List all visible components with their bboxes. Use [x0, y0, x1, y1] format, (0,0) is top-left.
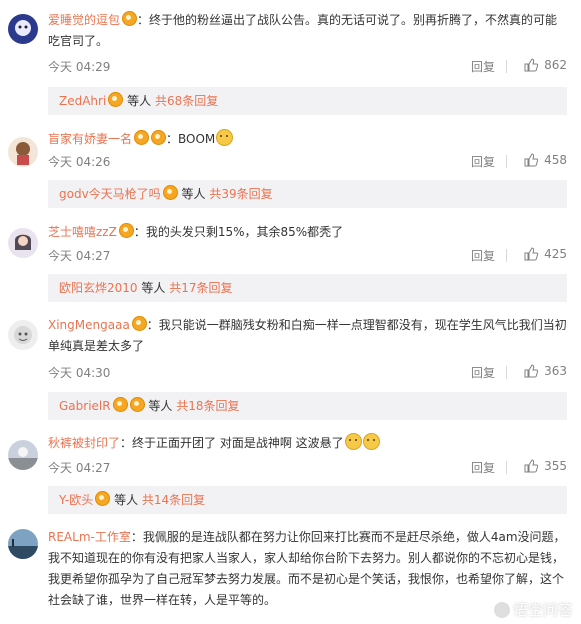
- sub-reply-total[interactable]: 共17条回复: [169, 281, 232, 295]
- sub-reply-mid: 等人: [144, 399, 177, 413]
- sub-reply-mid: 等人: [177, 187, 210, 201]
- avatar[interactable]: [8, 529, 38, 559]
- comment-author[interactable]: 芝士嘻嘻zzZ: [48, 225, 117, 239]
- comment-body: 秋裤被封印了：终于正面开团了 对面是战神啊 这波悬了: [48, 433, 567, 454]
- reply-button[interactable]: 回复: [471, 153, 495, 170]
- avatar[interactable]: [8, 228, 38, 258]
- sub-replies-bar[interactable]: ZedAhri 等人 共68条回复: [48, 87, 567, 115]
- like-count: 363: [544, 364, 567, 378]
- like-button[interactable]: 363: [523, 364, 567, 378]
- comment-author[interactable]: 盲家有娇妻一名: [48, 132, 132, 146]
- avatar[interactable]: [8, 14, 38, 44]
- avatar[interactable]: [8, 440, 38, 470]
- sub-reply-total[interactable]: 共68条回复: [155, 94, 218, 108]
- comment-body: 盲家有娇妻一名 ：BOOM: [48, 129, 567, 150]
- level-badge-icon: [118, 223, 134, 238]
- divider: [506, 155, 507, 168]
- avatar[interactable]: [8, 320, 38, 350]
- sub-reply-mid: 等人: [110, 493, 142, 507]
- divider: [506, 249, 507, 262]
- wukong-logo-icon: [493, 602, 510, 618]
- sub-replies-bar[interactable]: 欧阳玄烨2010 等人 共17条回复: [48, 274, 567, 302]
- sub-reply-total[interactable]: 共14条回复: [142, 493, 205, 507]
- sub-reply-total[interactable]: 共39条回复: [209, 187, 272, 201]
- watermark-text: 悟空问答: [512, 601, 573, 619]
- doge-emoji-icon: [344, 433, 362, 450]
- level-badge-icon: [95, 491, 111, 506]
- thumbs-up-icon: [524, 247, 539, 261]
- sub-reply-author[interactable]: 欧阳玄烨2010: [59, 281, 138, 295]
- comment-time: 今天 04:26: [48, 155, 111, 169]
- thumbs-up-icon: [524, 459, 539, 473]
- watermark: 悟空问答: [493, 599, 573, 620]
- like-count: 458: [544, 153, 567, 167]
- sub-reply-total[interactable]: 共18条回复: [176, 399, 239, 413]
- sub-reply-author[interactable]: GabrielR: [59, 399, 111, 413]
- reply-button[interactable]: 回复: [471, 247, 495, 264]
- like-button[interactable]: 862: [523, 58, 567, 72]
- divider: [506, 461, 507, 474]
- comment-author[interactable]: XingMengaaa: [48, 318, 130, 332]
- comment-text: ：终于正面开团了 对面是战神啊 这波悬了: [120, 436, 344, 450]
- comment-body: XingMengaaa ：我只能说一群脑残女粉和白痴一样一点理智都没有，现在学生风…: [48, 315, 567, 357]
- like-button[interactable]: 425: [523, 247, 567, 261]
- comment-body: REALm-工作室：我佩服的是连战队都在努力让你回来打比赛而不是赶尽杀绝，做人4…: [48, 527, 567, 611]
- reply-button[interactable]: 回复: [471, 459, 495, 476]
- comment-meta: 今天 04:26 回复 458: [48, 153, 567, 171]
- comment-meta: 今天 04:27 回复 425: [48, 247, 567, 265]
- sub-replies-bar[interactable]: Y-欧头 等人 共14条回复: [48, 486, 567, 514]
- comment-author[interactable]: 爱睡觉的逗包: [48, 13, 120, 27]
- comment-time: 今天 04:27: [48, 249, 111, 263]
- like-button[interactable]: 355: [523, 459, 567, 473]
- sub-reply-author[interactable]: ZedAhri: [59, 94, 106, 108]
- thumbs-up-icon: [524, 364, 539, 378]
- sub-reply-author[interactable]: godv今天马枪了吗: [59, 187, 161, 201]
- thumbs-up-icon: [524, 58, 539, 72]
- reply-button[interactable]: 回复: [471, 364, 495, 381]
- sub-reply-mid: 等人: [123, 94, 155, 108]
- level-badge-icon: [134, 130, 150, 145]
- comment-meta: 今天 04:29 回复 862: [48, 58, 567, 76]
- comment-time: 今天 04:27: [48, 461, 111, 475]
- level-badge-icon: [131, 316, 147, 331]
- sub-reply-author[interactable]: Y-欧头: [59, 493, 93, 507]
- comment-time: 今天 04:30: [48, 366, 111, 380]
- level-badge-icon: [112, 397, 128, 412]
- divider: [506, 60, 507, 73]
- comment-time: 今天 04:29: [48, 60, 111, 74]
- comment-body: 爱睡觉的逗包 ：终于他的粉丝逼出了战队公告。真的无话可说了。别再折腾了，不然真的可…: [48, 10, 567, 52]
- level-badge-icon: [162, 185, 178, 200]
- thumbs-up-icon: [524, 153, 539, 167]
- level-badge-icon: [108, 92, 124, 107]
- comment-body: 芝士嘻嘻zzZ ：我的头发只剩15%，其余85%都秃了: [48, 222, 567, 243]
- comment-meta: 今天 04:27 回复 355: [48, 459, 567, 477]
- laugh-emoji-icon: [216, 129, 234, 146]
- level-badge-icon: [129, 397, 145, 412]
- divider: [506, 366, 507, 379]
- sub-reply-mid: 等人: [137, 281, 170, 295]
- sub-replies-bar[interactable]: godv今天马枪了吗 等人 共39条回复: [48, 180, 567, 208]
- comment-text: ：我的头发只剩15%，其余85%都秃了: [133, 225, 344, 239]
- like-count: 355: [544, 459, 567, 473]
- comment-text: ：BOOM: [166, 132, 216, 146]
- comment-meta: 今天 04:30 回复 363: [48, 364, 567, 382]
- level-badge-icon: [122, 11, 138, 26]
- sub-replies-bar[interactable]: GabrielR 等人 共18条回复: [48, 392, 567, 420]
- like-button[interactable]: 458: [523, 153, 567, 167]
- reply-button[interactable]: 回复: [471, 58, 495, 75]
- like-count: 425: [544, 247, 567, 261]
- level-badge-icon: [151, 130, 167, 145]
- like-count: 862: [544, 58, 567, 72]
- comment-author[interactable]: 秋裤被封印了: [48, 436, 120, 450]
- comment-author[interactable]: REALm-工作室: [48, 530, 131, 544]
- doge-emoji-icon: [362, 433, 380, 450]
- avatar[interactable]: [8, 137, 38, 167]
